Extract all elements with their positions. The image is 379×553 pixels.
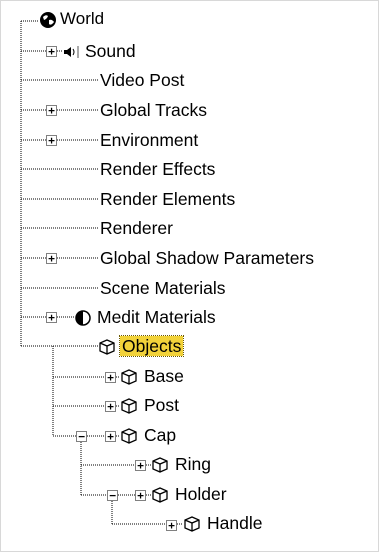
object-cube-icon (98, 339, 116, 360)
material-sphere-icon (75, 310, 91, 331)
object-cube-icon (120, 428, 138, 449)
expand-toggle-icon[interactable]: + (46, 46, 57, 57)
tree-item-label: Scene Materials (100, 278, 226, 298)
tree-item-label: Render Elements (100, 189, 236, 209)
tree-item-global-tracks[interactable]: Global Tracks (98, 99, 209, 121)
tree-item-holder[interactable]: Holder (151, 483, 229, 505)
tree-item-label: Objects (118, 335, 185, 357)
tree-item-render-effects[interactable]: Render Effects (98, 158, 217, 180)
tree-item-render-elements[interactable]: Render Elements (98, 188, 237, 210)
tree-item-sound[interactable]: Sound (63, 40, 138, 62)
expand-toggle-icon[interactable]: + (166, 520, 177, 531)
tree-item-label: Global Shadow Parameters (100, 248, 314, 268)
expand-toggle-icon[interactable]: + (105, 401, 116, 412)
expand-toggle-icon[interactable]: + (105, 431, 116, 442)
tree-item-label: Holder (175, 484, 227, 504)
tree-item-label: Renderer (100, 218, 173, 238)
tree-item-global-shadow-parameters[interactable]: Global Shadow Parameters (98, 247, 316, 269)
expand-toggle-icon[interactable]: + (46, 253, 57, 264)
tree-item-label: Cap (144, 425, 177, 445)
tree-item-label: Environment (100, 130, 199, 150)
tree-item-label: Post (144, 395, 180, 415)
tree-item-label: Medit Materials (97, 307, 216, 327)
tree-item-label: Ring (175, 454, 211, 474)
tree-item-label: World (60, 9, 105, 28)
expand-toggle-icon[interactable]: + (105, 372, 116, 383)
tree-item-ring[interactable]: Ring (151, 453, 213, 475)
collapse-toggle-icon[interactable]: − (107, 490, 118, 501)
object-cube-icon (151, 457, 169, 478)
speaker-icon (63, 45, 85, 64)
tree-item-label: Global Tracks (100, 100, 207, 120)
object-cube-icon (120, 369, 138, 390)
tree-item-label: Video Post (100, 70, 185, 90)
tree-item-label: Handle (207, 513, 263, 533)
tree-item-renderer[interactable]: Renderer (98, 217, 175, 239)
collapse-toggle-icon[interactable]: − (76, 431, 87, 442)
tree-item-label: Render Effects (100, 159, 216, 179)
track-view-hierarchy-panel: World + Sound Video Post + Global Tracks… (0, 0, 379, 552)
tree-item-base[interactable]: Base (120, 365, 186, 387)
expand-toggle-icon[interactable]: + (46, 312, 57, 323)
expand-toggle-icon[interactable]: + (135, 460, 146, 471)
object-cube-icon (151, 487, 169, 508)
expand-toggle-icon[interactable]: + (135, 490, 146, 501)
expand-toggle-icon[interactable]: + (46, 135, 57, 146)
tree-item-handle[interactable]: Handle (183, 512, 264, 534)
tree-item-scene-materials[interactable]: Scene Materials (98, 277, 227, 299)
tree-item-post[interactable]: Post (120, 394, 181, 416)
tree-item-environment[interactable]: Environment (98, 129, 200, 151)
tree-item-label: Sound (85, 41, 136, 61)
globe-icon (39, 11, 59, 34)
tree-item-world[interactable]: World (39, 8, 106, 30)
tree-item-video-post[interactable]: Video Post (98, 69, 186, 91)
tree-item-cap[interactable]: Cap (120, 424, 178, 446)
tree-item-medit-materials[interactable]: Medit Materials (75, 306, 218, 328)
object-cube-icon (120, 398, 138, 419)
tree-item-objects[interactable]: Objects (98, 335, 185, 360)
object-cube-icon (183, 516, 201, 537)
tree-item-label: Base (144, 366, 184, 386)
expand-toggle-icon[interactable]: + (46, 105, 57, 116)
